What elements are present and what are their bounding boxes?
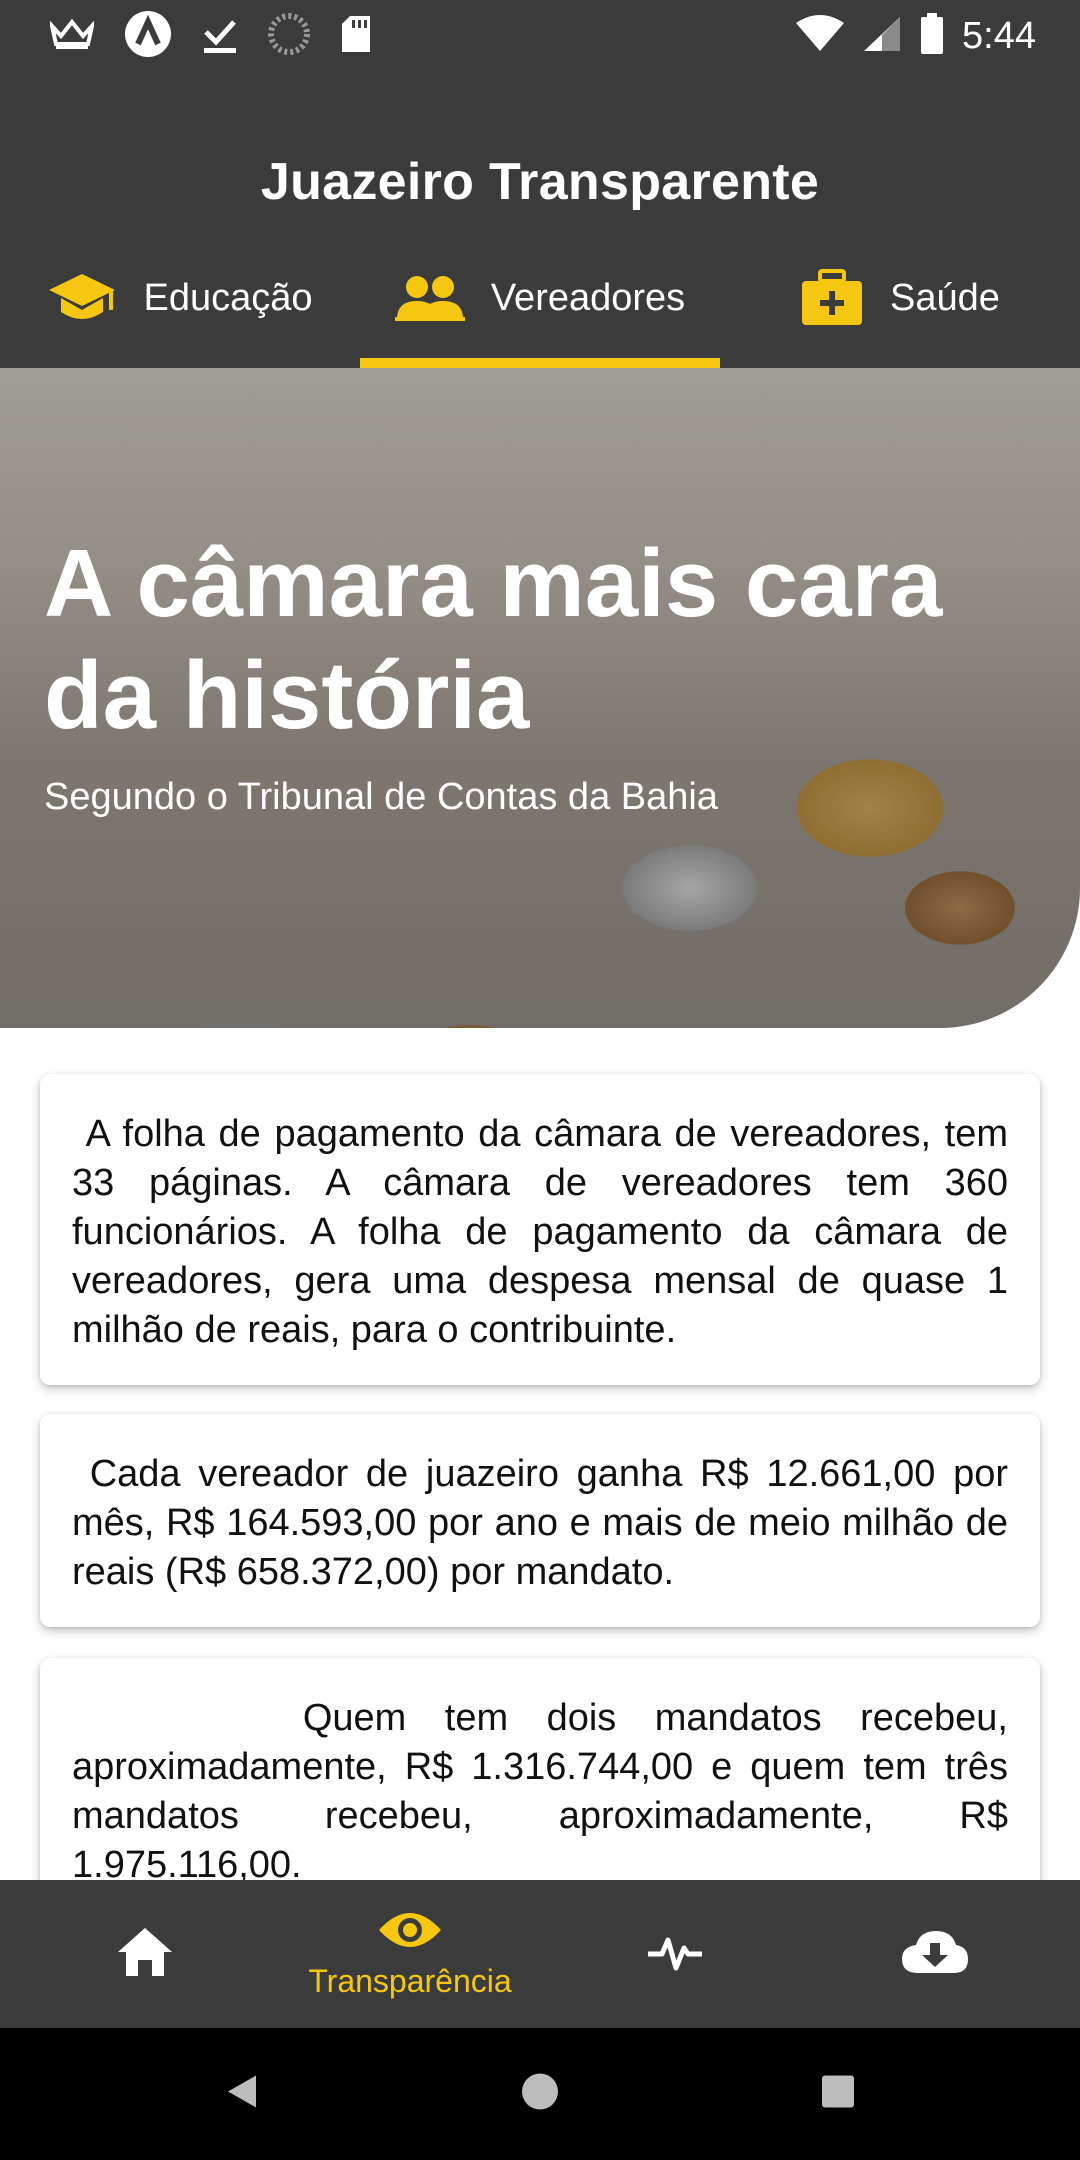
card-text: A folha de pagamento da câmara de veread… <box>72 1113 1019 1351</box>
home-button-icon[interactable] <box>521 2073 559 2116</box>
nav-activity[interactable] <box>540 1880 810 2028</box>
app-title: Juazeiro Transparente <box>260 153 820 211</box>
tab-indicator <box>360 358 720 368</box>
tab-label: Vereadores <box>490 276 686 319</box>
eye-icon <box>377 1908 443 1957</box>
sd-card-icon <box>340 14 372 59</box>
clock: 5:44 <box>962 14 1036 57</box>
info-card: Cada vereador de juazeiro ganha R$ 12.66… <box>40 1414 1040 1627</box>
tab-label: Saúde <box>890 276 1000 319</box>
info-card: Quem tem dois mandatos recebeu, aproxima… <box>40 1658 1040 1880</box>
status-bar: 5:44 <box>0 0 1080 72</box>
hero-title: A câmara mais cara da história <box>44 530 943 749</box>
hero-banner: A câmara mais cara da história Segundo o… <box>0 368 1080 1028</box>
download-done-icon <box>202 14 238 59</box>
cloud-download-icon <box>900 1927 970 1982</box>
medkit-icon <box>800 269 864 327</box>
nav-label: Transparência <box>308 1963 512 1999</box>
signal-icon <box>862 15 902 58</box>
back-icon[interactable] <box>224 2072 260 2117</box>
status-left-icons <box>48 10 372 63</box>
graduation-cap-icon <box>47 270 117 326</box>
tab-label: Educação <box>143 276 313 319</box>
tab-saude[interactable]: Saúde <box>720 228 1080 368</box>
status-right-icons: 5:44 <box>796 8 1036 64</box>
pulse-icon <box>646 1930 704 1979</box>
loading-icon <box>268 12 310 60</box>
bottom-nav: Transparência <box>0 1880 1080 2028</box>
wifi-icon <box>796 14 845 58</box>
nav-download[interactable] <box>800 1880 1070 2028</box>
nav-transparencia[interactable]: Transparência <box>270 1880 550 2028</box>
crown-icon <box>48 18 96 55</box>
users-icon <box>394 273 465 323</box>
system-nav-bar <box>0 2028 1080 2160</box>
nav-home[interactable] <box>10 1880 280 2028</box>
info-card: A folha de pagamento da câmara de veread… <box>40 1074 1040 1385</box>
hero-subtitle: Segundo o Tribunal de Contas da Bahia <box>44 776 718 818</box>
content-list[interactable]: A folha de pagamento da câmara de veread… <box>0 1028 1080 1880</box>
tab-educacao[interactable]: Educação <box>0 228 360 368</box>
card-text: Quem tem dois mandatos recebeu, aproxima… <box>72 1697 1019 1880</box>
tab-vereadores[interactable]: Vereadores <box>360 228 720 368</box>
tab-bar: Educação Vereadores Saúde <box>0 228 1080 368</box>
home-icon <box>116 1926 174 1983</box>
launcher-icon <box>124 10 172 63</box>
battery-icon <box>920 12 944 60</box>
card-text: Cada vereador de juazeiro ganha R$ 12.66… <box>72 1453 1019 1593</box>
app-bar: Juazeiro Transparente <box>0 72 1080 228</box>
recents-icon[interactable] <box>821 2075 855 2114</box>
